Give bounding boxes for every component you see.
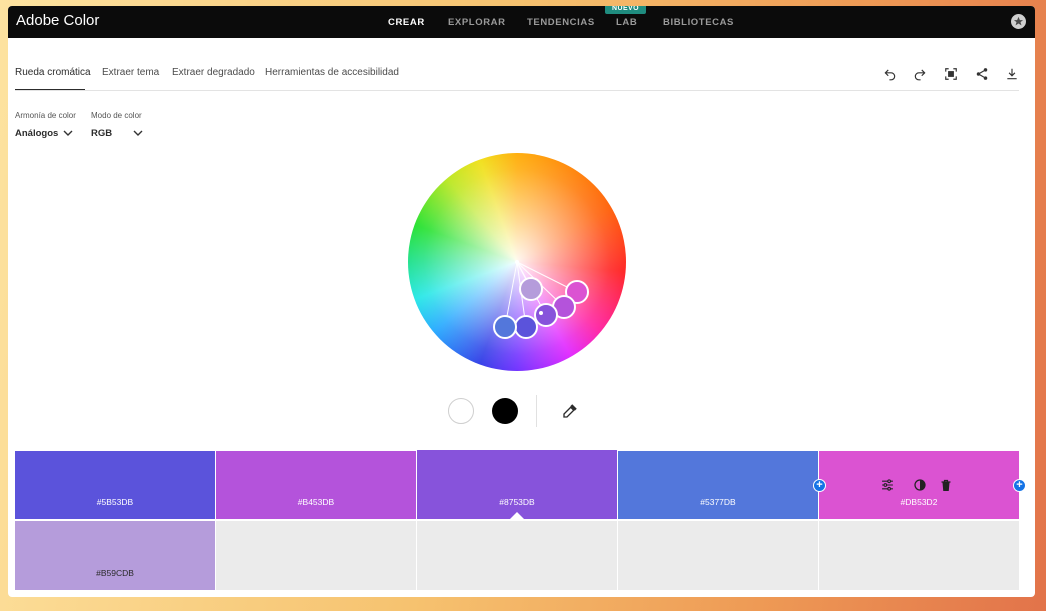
delete-button[interactable] bbox=[939, 478, 953, 492]
swatch-hex[interactable]: #5377DB bbox=[700, 497, 735, 507]
nav-bibliotecas[interactable]: BIBLIOTECAS bbox=[663, 17, 734, 28]
add-color-button[interactable]: + bbox=[1013, 479, 1026, 492]
empty-shade-cell bbox=[618, 521, 818, 590]
color-wheel-handles[interactable] bbox=[408, 153, 626, 371]
color-handle[interactable] bbox=[514, 315, 538, 339]
redo-icon bbox=[914, 69, 926, 81]
palette-swatch[interactable]: #5377DB bbox=[618, 451, 818, 519]
plus-icon: + bbox=[816, 479, 823, 491]
nav-explorar[interactable]: EXPLORAR bbox=[448, 17, 506, 28]
contrast-icon bbox=[914, 479, 926, 491]
tabs-divider bbox=[15, 90, 1019, 91]
tab-extraer-tema[interactable]: Extraer tema bbox=[102, 67, 159, 91]
color-palette: #5B53DB #B453DB #8753DB #5377DB #DB53D2 bbox=[15, 450, 1026, 591]
tab-herramientas-accesibilidad[interactable]: Herramientas de accesibilidad bbox=[265, 67, 399, 91]
tab-rueda-cromatica[interactable]: Rueda cromática bbox=[15, 67, 91, 91]
trash-icon bbox=[941, 479, 951, 491]
mode-label: Modo de color bbox=[91, 111, 142, 120]
mode-dropdown[interactable]: RGB bbox=[91, 128, 112, 139]
black-swatch-button[interactable] bbox=[492, 398, 518, 424]
controls-divider bbox=[536, 395, 537, 427]
fullscreen-button[interactable] bbox=[942, 65, 960, 83]
color-handle[interactable] bbox=[493, 315, 517, 339]
palette-swatch[interactable]: #5B53DB bbox=[15, 451, 215, 519]
swatch-hex[interactable]: #5B53DB bbox=[97, 497, 133, 507]
nav-tendencias[interactable]: TENDENCIAS bbox=[527, 17, 595, 28]
main-nav: CREAR EXPLORAR TENDENCIAS NUEVO LAB BIBL… bbox=[8, 6, 1035, 38]
adjust-button[interactable] bbox=[880, 478, 894, 492]
undo-button[interactable] bbox=[881, 65, 899, 83]
add-color-button[interactable]: + bbox=[813, 479, 826, 492]
nav-lab[interactable]: LAB bbox=[616, 17, 637, 28]
contrast-button[interactable] bbox=[913, 478, 927, 492]
swatch-hex[interactable]: #B453DB bbox=[298, 497, 334, 507]
color-wheel[interactable] bbox=[408, 153, 626, 371]
white-swatch-button[interactable] bbox=[448, 398, 474, 424]
harmony-dropdown[interactable]: Análogos bbox=[15, 128, 58, 139]
download-button[interactable] bbox=[1003, 65, 1021, 83]
swatch-hex[interactable]: #8753DB bbox=[499, 497, 534, 507]
redo-button[interactable] bbox=[911, 65, 929, 83]
nav-crear[interactable]: CREAR bbox=[388, 17, 425, 28]
share-button[interactable] bbox=[973, 65, 991, 83]
empty-shade-cell bbox=[216, 521, 416, 590]
plus-icon: + bbox=[1016, 479, 1023, 491]
top-navigation-bar: Adobe Color CREAR EXPLORAR TENDENCIAS NU… bbox=[8, 6, 1035, 38]
color-handle[interactable] bbox=[534, 303, 558, 327]
palette-shade-swatch[interactable]: #B59CDB bbox=[15, 521, 215, 590]
empty-shade-cell bbox=[417, 521, 617, 590]
harmony-label: Armonía de color bbox=[15, 111, 76, 120]
sliders-icon bbox=[881, 479, 893, 491]
undo-icon bbox=[884, 69, 896, 81]
selected-swatch-marker bbox=[510, 512, 524, 519]
fullscreen-icon bbox=[945, 68, 957, 80]
app-window: Adobe Color CREAR EXPLORAR TENDENCIAS NU… bbox=[8, 6, 1035, 597]
chevron-down-icon[interactable] bbox=[133, 129, 143, 137]
download-icon bbox=[1007, 68, 1017, 80]
share-icon bbox=[976, 68, 988, 80]
swatch-hex[interactable]: #B59CDB bbox=[96, 568, 134, 578]
star-icon bbox=[1013, 16, 1024, 26]
tab-extraer-degradado[interactable]: Extraer degradado bbox=[172, 67, 255, 91]
favorites-button[interactable] bbox=[1011, 14, 1026, 29]
empty-shade-cell bbox=[819, 521, 1019, 590]
swatch-hex[interactable]: #DB53D2 bbox=[901, 497, 938, 507]
color-handle[interactable] bbox=[519, 277, 543, 301]
new-badge: NUEVO bbox=[605, 6, 646, 14]
chevron-down-icon[interactable] bbox=[63, 129, 73, 137]
eyedropper-icon[interactable] bbox=[561, 402, 579, 420]
palette-swatch[interactable]: #B453DB bbox=[216, 451, 416, 519]
palette-swatch-selected[interactable]: #8753DB bbox=[417, 450, 617, 519]
